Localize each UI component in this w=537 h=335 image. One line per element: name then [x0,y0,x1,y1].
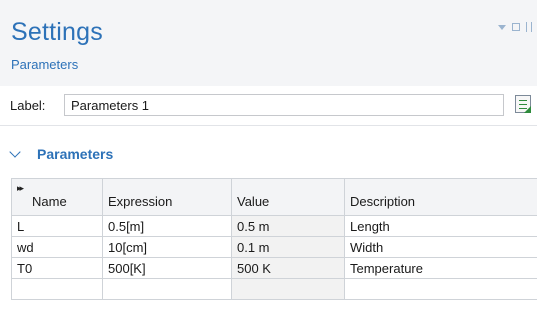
cell-expression[interactable] [102,278,232,300]
dropdown-icon[interactable] [498,24,506,30]
edit-label-icon[interactable] [515,95,531,113]
table-row[interactable]: L 0.5[m] 0.5 m Length [11,215,537,237]
parameters-table-wrap: ▸▸ Name Expression Value Description L 0.… [11,178,537,300]
label-row: Label: [0,86,537,126]
cell-name[interactable] [11,278,103,300]
cell-value [231,278,345,300]
table-header-row: ▸▸ Name Expression Value Description [11,178,537,216]
window-controls [498,20,537,34]
maximize-icon[interactable] [512,23,520,31]
label-input[interactable] [64,94,504,116]
column-header-description[interactable]: Description [344,178,537,216]
cell-expression[interactable]: 500[K] [102,257,232,279]
cell-description[interactable]: Width [344,236,537,258]
cell-value: 500 K [231,257,345,279]
sort-icon[interactable]: ▸▸ [17,183,24,194]
cell-name[interactable]: T0 [11,257,103,279]
table-row-empty[interactable] [11,278,537,300]
table-row[interactable]: wd 10[cm] 0.1 m Width [11,236,537,258]
pin-icon[interactable] [526,22,532,32]
page-title: Settings [11,18,103,46]
cell-description[interactable]: Length [344,215,537,237]
cell-expression[interactable]: 0.5[m] [102,215,232,237]
column-header-name[interactable]: ▸▸ Name [11,178,103,216]
cell-name[interactable]: wd [11,236,103,258]
parameters-table: ▸▸ Name Expression Value Description L 0.… [11,178,537,300]
column-header-expression[interactable]: Expression [102,178,232,216]
column-header-value[interactable]: Value [231,178,345,216]
cell-description[interactable] [344,278,537,300]
cell-expression[interactable]: 10[cm] [102,236,232,258]
cell-value: 0.1 m [231,236,345,258]
chevron-down-icon[interactable] [9,146,21,158]
cell-name[interactable]: L [11,215,103,237]
page-subtitle: Parameters [11,57,79,72]
section-title: Parameters [37,146,114,162]
cell-value: 0.5 m [231,215,345,237]
label-caption: Label: [10,98,46,113]
settings-header: Settings Parameters [0,0,537,86]
section-parameters-header[interactable]: Parameters [0,142,537,166]
table-row[interactable]: T0 500[K] 500 K Temperature [11,257,537,279]
cell-description[interactable]: Temperature [344,257,537,279]
